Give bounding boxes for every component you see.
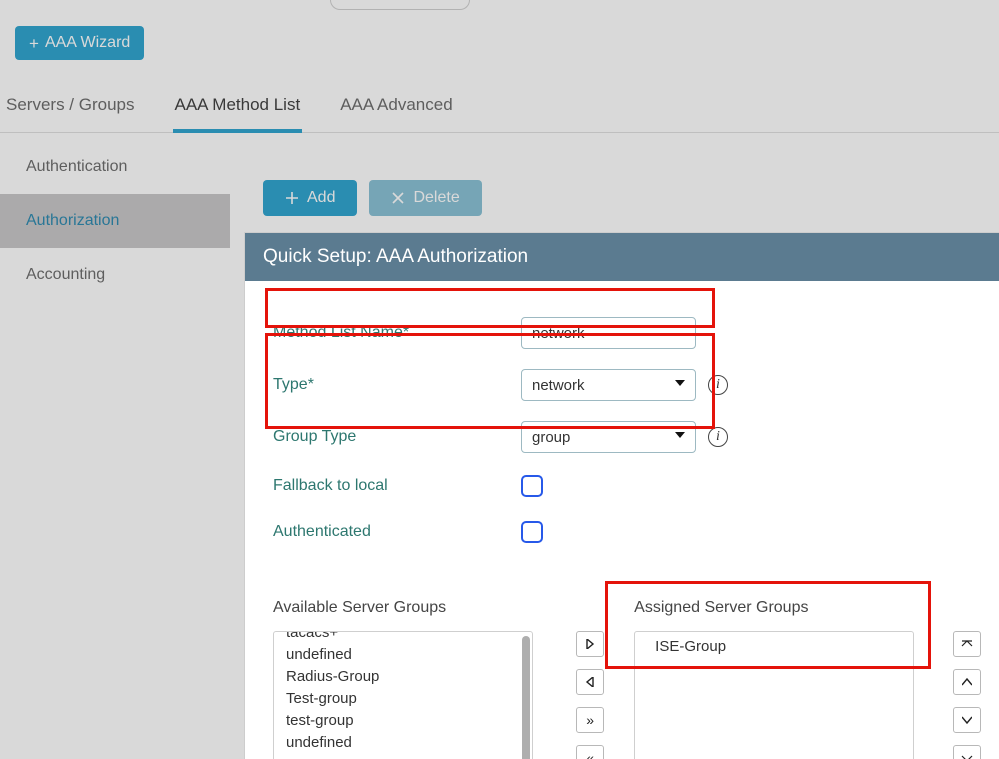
list-item[interactable]: test-group <box>286 710 522 732</box>
side-nav-authentication[interactable]: Authentication <box>0 140 230 194</box>
toolbar: Add Delete <box>263 180 482 216</box>
server-groups-dual-list: Available Server Groups tacacs+undefined… <box>273 599 981 759</box>
list-item[interactable]: undefined <box>286 732 522 754</box>
info-icon[interactable]: i <box>708 427 728 447</box>
list-item[interactable]: tacacs1 <box>286 754 522 759</box>
plus-icon <box>285 191 299 205</box>
method-list-name-input[interactable] <box>521 317 696 349</box>
tab-servers-groups[interactable]: Servers / Groups <box>4 85 137 132</box>
authenticated-checkbox[interactable] <box>521 521 543 543</box>
aaa-wizard-button[interactable]: + AAA Wizard <box>15 26 144 60</box>
double-chevron-right-icon: » <box>586 712 594 728</box>
move-all-right-button[interactable]: » <box>576 707 604 733</box>
add-button[interactable]: Add <box>263 180 357 216</box>
double-chevron-left-icon: « <box>586 750 594 759</box>
chevron-top-icon <box>961 638 973 650</box>
main-tab-bar: Servers / Groups AAA Method List AAA Adv… <box>0 85 999 133</box>
panel-body: Method List Name* Type* network i <box>245 281 999 555</box>
available-groups-listbox[interactable]: tacacs+undefinedRadius-GroupTest-groupte… <box>273 631 533 759</box>
panel-title: Quick Setup: AAA Authorization <box>245 233 999 281</box>
move-right-button[interactable] <box>576 631 604 657</box>
side-nav-accounting[interactable]: Accounting <box>0 248 230 302</box>
chevron-bottom-icon <box>961 752 973 759</box>
aaa-wizard-label: AAA Wizard <box>45 34 130 52</box>
move-up-button[interactable] <box>953 669 981 695</box>
list-item[interactable]: Test-group <box>286 688 522 710</box>
list-item[interactable]: Radius-Group <box>286 666 522 688</box>
move-top-button[interactable] <box>953 631 981 657</box>
move-bottom-button[interactable] <box>953 745 981 759</box>
group-type-select[interactable]: group <box>521 421 696 453</box>
type-select[interactable]: network <box>521 369 696 401</box>
list-item[interactable]: undefined <box>286 644 522 666</box>
delete-button-label: Delete <box>413 189 459 207</box>
side-nav: Authentication Authorization Accounting <box>0 140 230 302</box>
delete-button[interactable]: Delete <box>369 180 481 216</box>
tab-aaa-method-list[interactable]: AAA Method List <box>173 85 303 133</box>
chevron-down-icon <box>962 715 972 725</box>
top-panel-fragment <box>330 0 470 10</box>
add-button-label: Add <box>307 189 335 207</box>
move-left-button[interactable] <box>576 669 604 695</box>
quick-setup-panel: Quick Setup: AAA Authorization Method Li… <box>245 233 999 759</box>
list-item[interactable]: tacacs+ <box>286 631 522 644</box>
tab-aaa-advanced[interactable]: AAA Advanced <box>338 85 454 132</box>
plus-icon: + <box>29 35 39 52</box>
side-nav-authorization[interactable]: Authorization <box>0 194 230 248</box>
type-label: Type* <box>273 376 521 394</box>
group-type-label: Group Type <box>273 428 521 446</box>
scrollbar-thumb[interactable] <box>522 636 530 759</box>
fallback-label: Fallback to local <box>273 477 521 495</box>
move-down-button[interactable] <box>953 707 981 733</box>
chevron-right-icon <box>585 639 595 649</box>
chevron-up-icon <box>962 677 972 687</box>
available-groups-label: Available Server Groups <box>273 599 548 617</box>
method-list-name-label: Method List Name* <box>273 324 521 342</box>
chevron-left-icon <box>585 677 595 687</box>
authenticated-label: Authenticated <box>273 523 521 541</box>
assigned-groups-label: Assigned Server Groups <box>634 599 929 617</box>
fallback-checkbox[interactable] <box>521 475 543 497</box>
list-item[interactable]: ISE-Group <box>647 636 903 658</box>
move-all-left-button[interactable]: « <box>576 745 604 759</box>
close-icon <box>391 191 405 205</box>
info-icon[interactable]: i <box>708 375 728 395</box>
assigned-groups-listbox[interactable]: ISE-Group <box>634 631 914 759</box>
